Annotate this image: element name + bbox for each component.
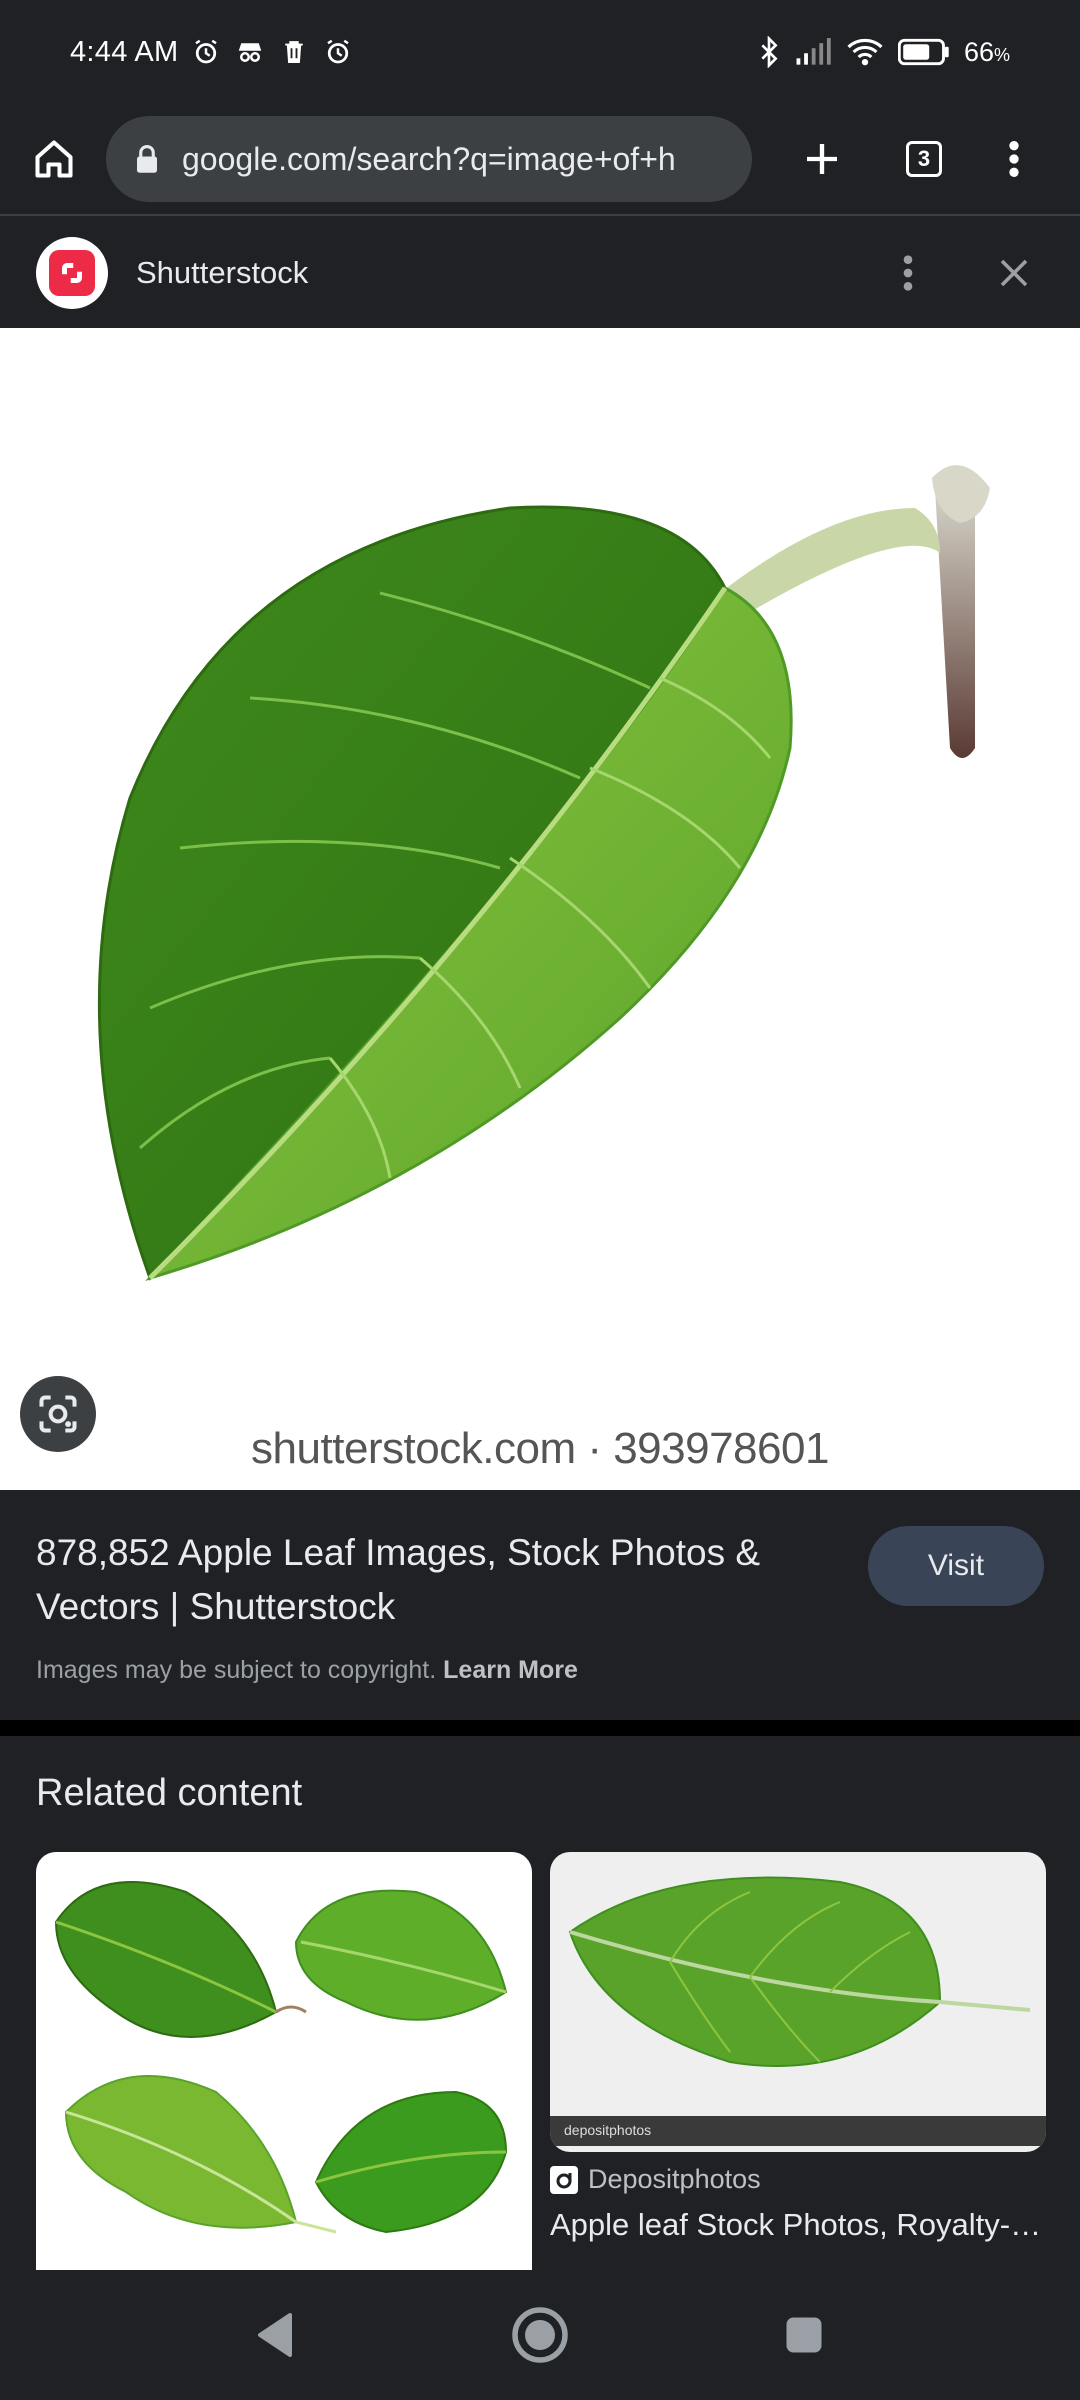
apple-leaf-image (97, 465, 990, 1282)
related-card-meta[interactable]: Depositphotos Apple leaf Stock Photos, R… (550, 2164, 1046, 2243)
alarm-icon (194, 39, 217, 64)
tab-count: 3 (906, 141, 942, 177)
copyright-text: Images may be subject to copyright. (36, 1656, 437, 1684)
related-card-title: Apple leaf Stock Photos, Royalty-free Ap… (550, 2207, 1046, 2242)
copyright-notice: Images may be subject to copyright. Lear… (36, 1656, 1044, 1685)
lens-icon (39, 1395, 77, 1433)
battery-percent: 66% (963, 36, 1010, 67)
alarm-icon (326, 39, 349, 64)
signal-icon (796, 38, 831, 65)
result-info: 878,852 Apple Leaf Images, Stock Photos … (0, 1490, 1080, 1720)
related-heading: Related content (36, 1772, 303, 1814)
more-vertical-icon (903, 255, 913, 291)
home-nav-button[interactable] (508, 2303, 572, 2367)
depositphotos-banner: depositphotos (550, 2116, 1046, 2146)
back-button[interactable] (244, 2303, 308, 2367)
incognito-icon (238, 43, 261, 62)
close-button[interactable] (984, 243, 1044, 303)
url-text: google.com/search?q=image+of+h (182, 140, 676, 177)
browser-toolbar: google.com/search?q=image+of+h 3 (0, 104, 1080, 216)
status-time: 4:44 AM (70, 35, 179, 68)
new-tab-button[interactable] (790, 127, 854, 191)
main-image[interactable]: shutterstock.com · 393978601 (0, 328, 1080, 1490)
home-circle-icon (512, 2307, 568, 2363)
depositphotos-icon (550, 2165, 578, 2194)
trash-icon (284, 41, 303, 63)
system-nav-bar (0, 2270, 1080, 2400)
lock-icon (137, 144, 157, 173)
related-card[interactable]: depositphotos (550, 1852, 1046, 2152)
back-triangle-icon (258, 2313, 292, 2357)
browser-menu-button[interactable] (982, 127, 1046, 191)
more-vertical-icon (1009, 141, 1019, 177)
related-content: Related content depositphotos Depositpho… (0, 1736, 1080, 2270)
status-bar: 4:44 AM 66% (0, 0, 1080, 104)
bluetooth-icon (761, 36, 778, 68)
apple-leaf-image (568, 1876, 1031, 2067)
close-icon (1000, 259, 1028, 287)
image-watermark: shutterstock.com · 393978601 (251, 1424, 829, 1473)
source-header: Shutterstock (0, 218, 1080, 328)
home-icon (35, 140, 73, 178)
source-more-button[interactable] (878, 243, 938, 303)
result-title[interactable]: 878,852 Apple Leaf Images, Stock Photos … (36, 1526, 836, 1634)
plus-icon (807, 144, 837, 174)
home-button[interactable] (24, 129, 84, 189)
section-divider (0, 1720, 1080, 1736)
related-card[interactable] (36, 1852, 532, 2270)
battery-icon (897, 38, 949, 66)
status-notification-icons (191, 37, 353, 67)
url-bar[interactable]: google.com/search?q=image+of+h (106, 116, 752, 202)
source-name: Shutterstock (136, 255, 309, 290)
recents-button[interactable] (772, 2303, 836, 2367)
wifi-icon (847, 38, 883, 66)
tab-switcher-button[interactable]: 3 (892, 127, 956, 191)
related-card-source-name: Depositphotos (588, 2164, 761, 2194)
status-system-icons: 66% (758, 36, 1010, 68)
related-card-source: Depositphotos (550, 2164, 1046, 2195)
four-apple-leaves-image (54, 1881, 508, 2234)
shutterstock-logo-icon (36, 237, 108, 309)
recents-square-icon (786, 2317, 822, 2353)
google-lens-button[interactable] (20, 1376, 96, 1452)
visit-button[interactable]: Visit (868, 1526, 1044, 1606)
learn-more-link[interactable]: Learn More (443, 1656, 578, 1684)
